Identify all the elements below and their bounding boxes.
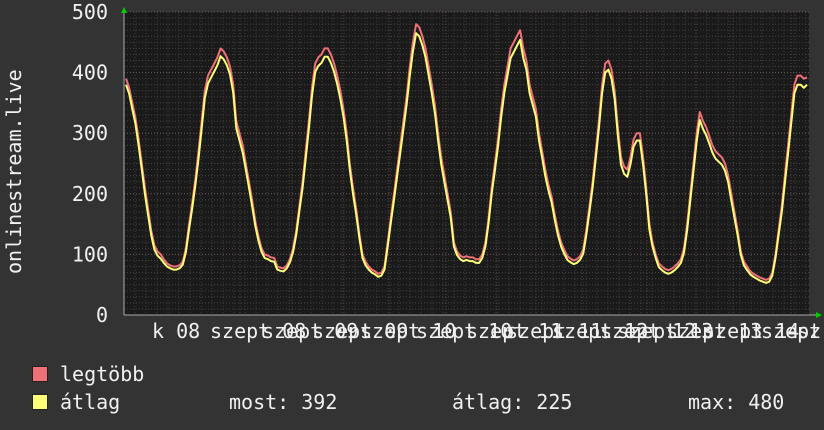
y-axis-arrow — [121, 7, 127, 13]
x-tick-label: sz — [797, 319, 821, 343]
legend-swatch-atlag — [32, 394, 48, 410]
y-tick-label: 0 — [96, 303, 108, 327]
legend-swatch-legtobb — [32, 366, 48, 382]
legend-label-atlag: átlag — [60, 390, 121, 414]
y-tick-label: 200 — [72, 182, 108, 206]
legend-item-atlag: átlag — [32, 390, 121, 414]
legend-item-legtobb: legtöbb — [32, 362, 145, 386]
x-tick-label: k 08 — [152, 319, 200, 343]
x-axis-arrow — [816, 312, 822, 318]
y-tick-label: 100 — [72, 242, 108, 266]
y-tick-label: 400 — [72, 61, 108, 85]
y-tick-label: 500 — [72, 0, 108, 24]
stat-most: most: 392 — [229, 390, 338, 414]
legend-label-legtobb: legtöbb — [60, 362, 145, 386]
y-axis-title: onlinestream.live — [2, 69, 26, 274]
y-tick-label: 300 — [72, 121, 108, 145]
stat-max: max: 480 — [688, 390, 785, 414]
stat-atlag: átlag: 225 — [452, 390, 573, 414]
